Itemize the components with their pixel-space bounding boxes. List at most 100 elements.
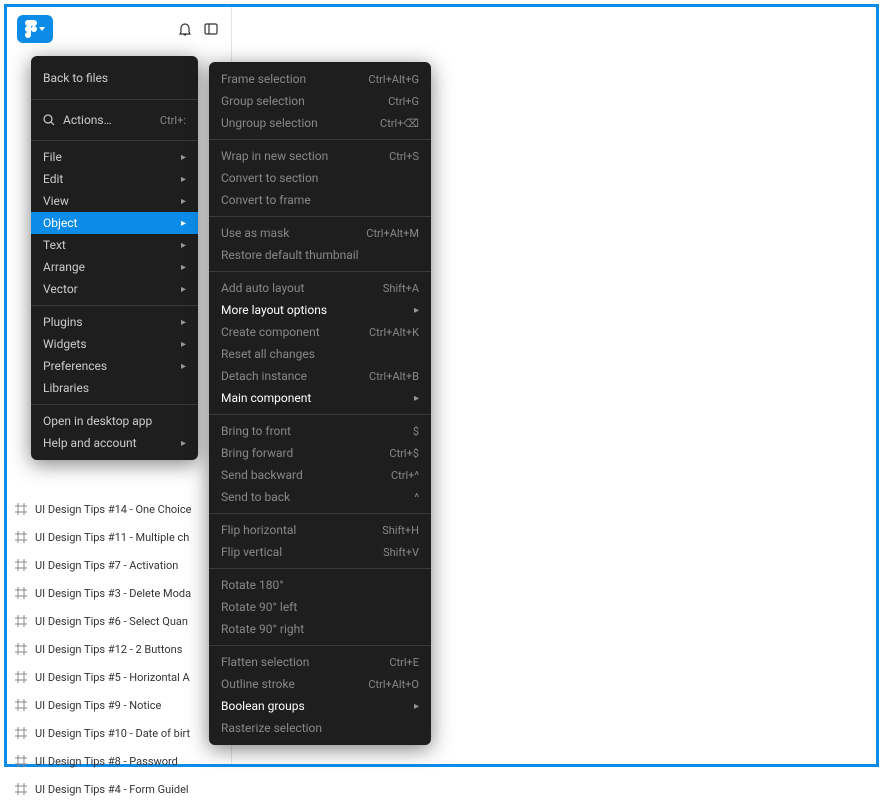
- menu-item-edit[interactable]: Edit▸: [31, 168, 198, 190]
- submenu-item[interactable]: Rotate 90° right: [209, 618, 431, 640]
- menu-shortcut: Ctrl+S: [389, 150, 419, 163]
- menu-label: Arrange: [43, 260, 85, 274]
- figma-logo-icon: [25, 20, 37, 38]
- submenu-item[interactable]: Ungroup selection Ctrl+⌫: [209, 112, 431, 134]
- main-menu: Back to files Actions… Ctrl+: File▸Edit▸…: [31, 56, 198, 460]
- menu-shortcut: Ctrl+Alt+K: [369, 326, 419, 339]
- menu-actions-search[interactable]: Actions… Ctrl+:: [31, 105, 198, 135]
- submenu-item[interactable]: Add auto layoutShift+A: [209, 277, 431, 299]
- menu-shortcut: Shift+A: [383, 282, 419, 295]
- submenu-item[interactable]: Flip verticalShift+V: [209, 541, 431, 563]
- menu-back-to-files[interactable]: Back to files: [31, 62, 198, 94]
- menu-shortcut: Ctrl+⌫: [380, 117, 419, 130]
- layer-row[interactable]: UI Design Tips #4 - Form Guidel: [7, 775, 231, 803]
- menu-shortcut: Ctrl+G: [388, 95, 419, 108]
- menu-item-vector[interactable]: Vector ▸: [31, 278, 198, 300]
- submenu-item[interactable]: Frame selectionCtrl+Alt+G: [209, 68, 431, 90]
- menu-item-plugins[interactable]: Plugins▸: [31, 311, 198, 333]
- menu-label: Send to back: [221, 490, 290, 504]
- panel-toggle-icon[interactable]: [201, 19, 221, 39]
- submenu-item[interactable]: Restore default thumbnail: [209, 244, 431, 266]
- submenu-item[interactable]: Use as maskCtrl+Alt+M: [209, 222, 431, 244]
- submenu-item[interactable]: Flip horizontalShift+H: [209, 519, 431, 541]
- menu-label: Flip horizontal: [221, 523, 296, 537]
- chevron-right-icon: ▸: [181, 317, 186, 328]
- menu-item-object[interactable]: Object▸: [31, 212, 198, 234]
- chevron-right-icon: ▸: [181, 284, 186, 295]
- layer-row[interactable]: UI Design Tips #9 - Notice: [7, 691, 231, 719]
- chevron-right-icon: ▸: [181, 152, 186, 163]
- submenu-item[interactable]: Wrap in new sectionCtrl+S: [209, 145, 431, 167]
- menu-item-help-and-account[interactable]: Help and account▸: [31, 432, 198, 454]
- submenu-item[interactable]: More layout options▸: [209, 299, 431, 321]
- submenu-item[interactable]: Flatten selectionCtrl+E: [209, 651, 431, 673]
- menu-label: Actions…: [63, 113, 152, 127]
- menu-label: Convert to frame: [221, 193, 311, 207]
- submenu-item[interactable]: Outline strokeCtrl+Alt+O: [209, 673, 431, 695]
- menu-label: Convert to section: [221, 171, 318, 185]
- submenu-item[interactable]: Rotate 180°: [209, 574, 431, 596]
- menu-separator: [31, 140, 198, 141]
- menu-item-preferences[interactable]: Preferences▸: [31, 355, 198, 377]
- submenu-item[interactable]: Send to back ^: [209, 486, 431, 508]
- submenu-item[interactable]: Send backwardCtrl+^: [209, 464, 431, 486]
- chevron-right-icon: ▸: [181, 438, 186, 449]
- menu-separator: [209, 513, 431, 514]
- menu-shortcut: Ctrl+$: [389, 447, 419, 460]
- submenu-item[interactable]: Reset all changes: [209, 343, 431, 365]
- layer-row[interactable]: UI Design Tips #10 - Date of birt: [7, 719, 231, 747]
- submenu-item[interactable]: Rasterize selection: [209, 717, 431, 739]
- submenu-item[interactable]: Main component ▸: [209, 387, 431, 409]
- menu-item-arrange[interactable]: Arrange ▸: [31, 256, 198, 278]
- menu-item-open-in-desktop-app[interactable]: Open in desktop app: [31, 410, 198, 432]
- chevron-right-icon: ▸: [414, 701, 419, 712]
- layer-label: UI Design Tips #7 - Activation: [35, 559, 178, 572]
- layer-row[interactable]: UI Design Tips #14 - One Choice: [7, 495, 231, 523]
- layer-label: UI Design Tips #5 - Horizontal A: [35, 671, 190, 684]
- layer-row[interactable]: UI Design Tips #6 - Select Quan: [7, 607, 231, 635]
- submenu-item[interactable]: Group selection Ctrl+G: [209, 90, 431, 112]
- frame-icon: [15, 671, 27, 683]
- submenu-item[interactable]: Create component Ctrl+Alt+K: [209, 321, 431, 343]
- chevron-down-icon: [39, 27, 45, 31]
- menu-label: Ungroup selection: [221, 116, 318, 130]
- menu-shortcut: Ctrl+Alt+M: [366, 227, 419, 240]
- menu-shortcut: ^: [414, 491, 419, 504]
- frame-icon: [15, 559, 27, 571]
- menu-label: Widgets: [43, 337, 87, 351]
- menu-item-text[interactable]: Text▸: [31, 234, 198, 256]
- submenu-item[interactable]: Boolean groups▸: [209, 695, 431, 717]
- submenu-item[interactable]: Convert to section: [209, 167, 431, 189]
- submenu-item[interactable]: Rotate 90° left: [209, 596, 431, 618]
- submenu-item[interactable]: Detach instanceCtrl+Alt+B: [209, 365, 431, 387]
- menu-label: Edit: [43, 172, 63, 186]
- chevron-right-icon: ▸: [181, 262, 186, 273]
- menu-shortcut: Ctrl+^: [391, 469, 419, 482]
- menu-label: Create component: [221, 325, 320, 339]
- layer-row[interactable]: UI Design Tips #3 - Delete Moda: [7, 579, 231, 607]
- menu-label: Object: [43, 216, 77, 230]
- menu-item-file[interactable]: File▸: [31, 146, 198, 168]
- frame-icon: [15, 531, 27, 543]
- submenu-item[interactable]: Bring forwardCtrl+$: [209, 442, 431, 464]
- menu-separator: [31, 404, 198, 405]
- menu-label: Vector: [43, 282, 78, 296]
- submenu-item[interactable]: Convert to frame: [209, 189, 431, 211]
- layer-row[interactable]: UI Design Tips #5 - Horizontal A: [7, 663, 231, 691]
- notifications-icon[interactable]: [175, 19, 195, 39]
- menu-label: Main component: [221, 391, 311, 405]
- menu-label: Back to files: [43, 71, 108, 85]
- main-menu-button[interactable]: [17, 15, 53, 43]
- layer-row[interactable]: UI Design Tips #12 - 2 Buttons: [7, 635, 231, 663]
- layer-row[interactable]: UI Design Tips #7 - Activation: [7, 551, 231, 579]
- menu-item-libraries[interactable]: Libraries: [31, 377, 198, 399]
- menu-separator: [209, 139, 431, 140]
- chevron-right-icon: ▸: [414, 393, 419, 404]
- menu-separator: [31, 305, 198, 306]
- menu-item-widgets[interactable]: Widgets ▸: [31, 333, 198, 355]
- chevron-right-icon: ▸: [181, 339, 186, 350]
- layer-row[interactable]: UI Design Tips #11 - Multiple ch: [7, 523, 231, 551]
- menu-label: Group selection: [221, 94, 305, 108]
- menu-item-view[interactable]: View▸: [31, 190, 198, 212]
- submenu-item[interactable]: Bring to front$: [209, 420, 431, 442]
